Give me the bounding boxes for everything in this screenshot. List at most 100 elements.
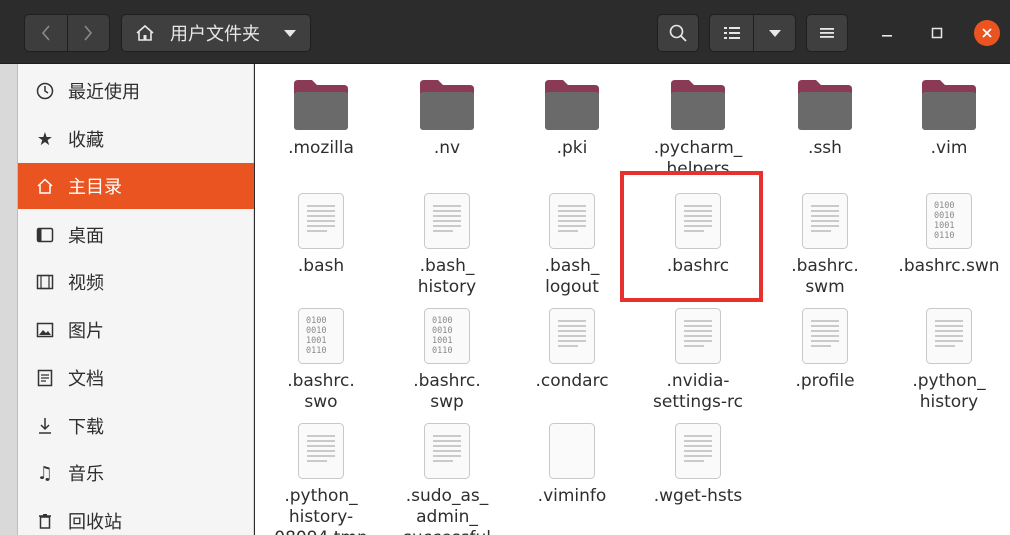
clock-icon [34, 80, 56, 102]
svg-text:0010: 0010 [306, 326, 326, 336]
file-label: .bash_ history [417, 256, 477, 297]
navigation-buttons [24, 14, 110, 52]
binary-file-icon: 0100 0010 1001 0110 [925, 192, 973, 250]
folder-item[interactable]: .ssh [765, 78, 885, 159]
document-icon [34, 367, 56, 389]
file-label: .bash [297, 256, 345, 276]
text-file-icon [674, 307, 722, 365]
chevron-right-icon [84, 25, 93, 41]
file-label: .profile [795, 371, 855, 391]
file-item[interactable]: .python_ history [889, 307, 1009, 413]
file-item[interactable]: .profile [765, 307, 885, 392]
sidebar-item-videos[interactable]: 视频 [18, 259, 254, 305]
svg-text:0110: 0110 [306, 346, 326, 356]
file-item[interactable]: 0100 0010 1001 0110 .bashrc.swn [889, 192, 1009, 277]
sidebar-item-pictures[interactable]: 图片 [18, 307, 254, 353]
picture-icon [34, 319, 56, 341]
folder-item[interactable]: .pycharm_ helpers [638, 78, 758, 174]
sidebar-item-label: 视频 [68, 273, 104, 294]
file-item[interactable]: .nvidia- settings-rc [638, 307, 758, 413]
sidebar-item-label: 下载 [68, 417, 104, 438]
file-grid: .mozilla .nv .pki .pycharm_ helpers .ssh… [255, 64, 1010, 535]
svg-text:1001: 1001 [306, 336, 326, 346]
sidebar-item-downloads[interactable]: 下载 [18, 403, 254, 449]
text-file-icon [925, 307, 973, 365]
sidebar-item-trash[interactable]: 回收站 [18, 498, 254, 535]
places-sidebar: 最近使用 ★ 收藏 主目录 桌面 视频 图片 文档 下载 ♫ 音乐 回收站 [18, 64, 254, 535]
home-icon [34, 175, 56, 197]
file-label: .python_ history [912, 371, 986, 412]
file-item[interactable]: .viminfo [512, 422, 632, 507]
forward-button[interactable] [66, 15, 110, 51]
file-item[interactable]: .python_ history- 08094.tmp [261, 422, 381, 535]
file-item[interactable]: .bash [261, 192, 381, 277]
file-label: .condarc [535, 371, 609, 391]
file-label: .viminfo [537, 486, 607, 506]
svg-text:0100: 0100 [934, 201, 954, 211]
minimize-button[interactable] [874, 20, 900, 46]
folder-item[interactable]: .mozilla [261, 78, 381, 159]
sidebar-item-home[interactable]: 主目录 [18, 163, 254, 209]
file-item[interactable]: 0100 0010 1001 0110 .bashrc. swo [261, 307, 381, 413]
sidebar-item-label: 主目录 [68, 177, 122, 198]
file-item[interactable]: .bash_ logout [512, 192, 632, 298]
svg-text:0100: 0100 [306, 316, 326, 326]
sidebar-item-label: 最近使用 [68, 82, 140, 103]
file-item[interactable]: .bash_ history [387, 192, 507, 298]
sidebar-item-music[interactable]: ♫ 音乐 [18, 450, 254, 496]
text-file-icon [423, 192, 471, 250]
folder-icon [669, 78, 727, 132]
desktop-icon [34, 224, 56, 246]
sidebar-item-label: 桌面 [68, 226, 104, 247]
file-label: .nvidia- settings-rc [653, 371, 743, 412]
file-label: .sudo_as_ admin_ successful [403, 486, 491, 535]
sidebar-item-desktop[interactable]: 桌面 [18, 212, 254, 258]
folder-item[interactable]: .vim [889, 78, 1009, 159]
sidebar-item-starred[interactable]: ★ 收藏 [18, 116, 254, 162]
file-label: .pycharm_ helpers [653, 138, 743, 174]
path-label: 用户文件夹 [170, 24, 260, 45]
svg-text:1001: 1001 [934, 221, 954, 231]
folder-item[interactable]: .pki [512, 78, 632, 159]
svg-text:0010: 0010 [934, 211, 954, 221]
view-dropdown-button[interactable] [754, 29, 795, 37]
file-item[interactable]: 0100 0010 1001 0110 .bashrc. swp [387, 307, 507, 413]
file-label: .nv [433, 138, 461, 158]
search-button[interactable] [657, 14, 699, 52]
trash-icon [34, 510, 56, 532]
file-label: .bashrc. swp [413, 371, 481, 412]
file-label: .wget-hsts [653, 486, 743, 506]
sidebar-item-label: 音乐 [68, 464, 104, 485]
file-item[interactable]: .bashrc. swm [765, 192, 885, 298]
maximize-button[interactable] [924, 20, 950, 46]
binary-file-icon: 0100 0010 1001 0110 [423, 307, 471, 365]
svg-text:0110: 0110 [432, 346, 452, 356]
chevron-left-icon [41, 25, 50, 41]
file-label: .pki [556, 138, 588, 158]
text-file-icon [297, 422, 345, 480]
text-file-icon [674, 422, 722, 480]
header-bar: 用户文件夹 [0, 0, 1010, 64]
file-label: .ssh [808, 138, 842, 158]
folder-item[interactable]: .nv [387, 78, 507, 159]
back-button[interactable] [25, 15, 67, 51]
file-label: .mozilla [288, 138, 354, 158]
file-item[interactable]: .wget-hsts [638, 422, 758, 507]
download-icon [34, 415, 56, 437]
file-label: .bashrc. swo [287, 371, 355, 412]
sidebar-item-recent[interactable]: 最近使用 [18, 68, 254, 114]
close-button[interactable] [974, 20, 1000, 46]
file-item[interactable]: .condarc [512, 307, 632, 392]
text-file-icon [548, 192, 596, 250]
file-item[interactable]: .sudo_as_ admin_ successful [387, 422, 507, 535]
path-bar-button[interactable]: 用户文件夹 [121, 14, 311, 52]
sidebar-item-label: 收藏 [68, 130, 104, 151]
video-icon [34, 271, 56, 293]
chevron-down-icon [768, 29, 781, 37]
folder-icon [292, 78, 350, 132]
list-view-button[interactable] [710, 15, 754, 51]
text-file-icon [297, 192, 345, 250]
sidebar-item-documents[interactable]: 文档 [18, 355, 254, 401]
menu-button[interactable] [806, 14, 848, 52]
svg-text:0010: 0010 [432, 326, 452, 336]
